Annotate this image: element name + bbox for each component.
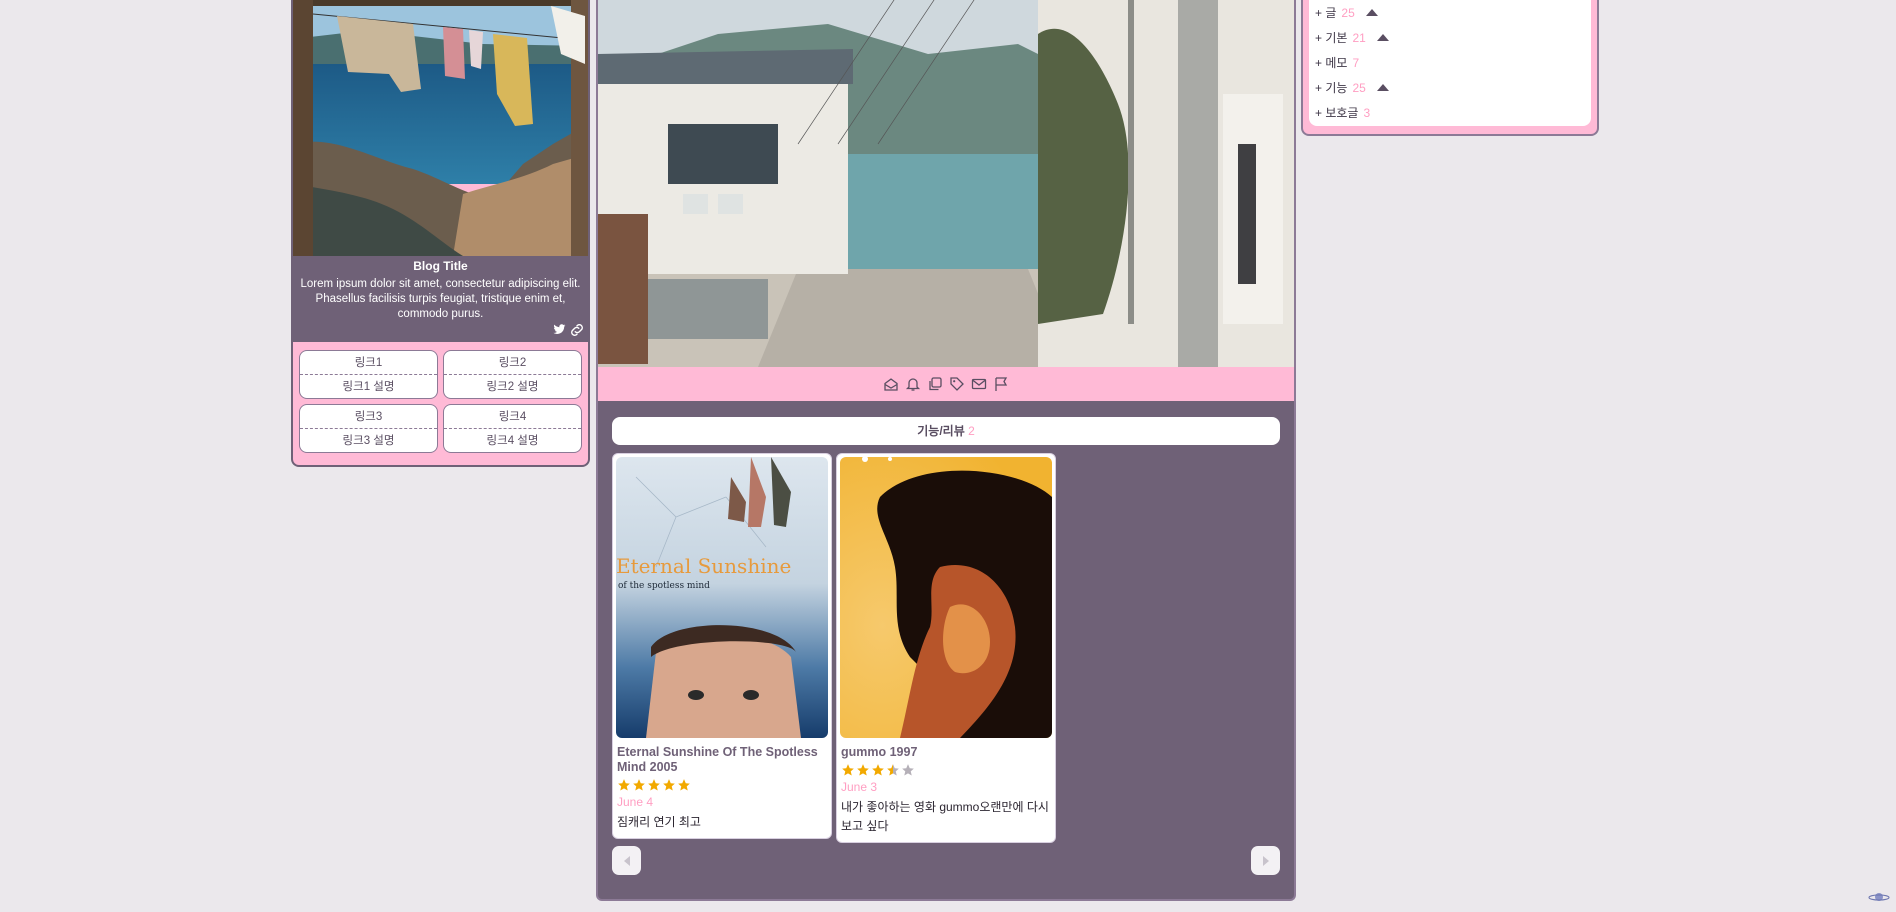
star-icon [663,779,675,791]
category-label: + 메모 [1315,55,1348,70]
profile-photo [293,0,588,256]
review-card[interactable]: gummo 1997 June 3 내가 좋아하는 영화 gummo오랜만에 다… [836,453,1056,843]
blog-title: Blog Title [413,259,468,273]
star-rating [617,778,827,792]
category-label: + 보호글 [1315,105,1359,120]
review-date: June 3 [841,780,878,794]
toolbar [598,367,1294,401]
category-count: 25 [1341,5,1355,20]
profile-panel: Blog Title Lorem ipsum dolor sit amet, c… [291,0,590,467]
social-links [553,324,584,339]
review-card[interactable]: Eternal Sunshine of the spotless mind Et… [612,453,832,839]
link-card-3[interactable]: 링크3 링크3 설명 [299,404,438,453]
collapse-arrow-icon[interactable] [1376,34,1389,41]
star-icon [633,779,645,791]
collapse-arrow-icon[interactable] [1376,84,1389,91]
link-card-2[interactable]: 링크2 링크2 설명 [443,350,582,399]
poster-title: Eternal Sunshine [616,554,791,578]
category-name: 기능/리뷰 [917,424,965,438]
link-name: 링크2 [444,351,581,375]
copy-icon[interactable] [927,376,943,392]
category-label: + 기본 [1315,30,1348,45]
category-item[interactable]: + 메모 7 [1313,50,1587,75]
category-label: + 기능 [1315,80,1348,95]
link-name: 링크4 [444,405,581,429]
category-header[interactable]: 기능/리뷰 2 [612,417,1280,445]
category-item[interactable]: + 기본 21 [1313,25,1587,50]
star-empty-icon [902,764,914,776]
poster-subtitle: of the spotless mind [618,581,710,591]
link-name: 링크1 [300,351,437,375]
category-count: 2 [968,424,975,438]
star-icon [872,764,884,776]
category-count: 21 [1352,30,1366,45]
movie-title[interactable]: Eternal Sunshine Of The Spotless Mind 20… [617,745,827,775]
link-icon[interactable] [570,324,584,339]
planet-logo-icon [1868,890,1890,904]
twitter-icon[interactable] [553,324,566,339]
category-count: 7 [1352,55,1360,70]
category-count: 3 [1363,105,1371,120]
link-description: 링크3 설명 [342,435,395,447]
flag-icon[interactable] [993,376,1009,392]
prev-page-button[interactable] [612,846,641,875]
category-list: + 글 25 + 기본 21 + 메모 7 + 기능 25 + 보호글 3 [1309,0,1591,126]
review-date: June 4 [617,795,654,809]
star-icon [648,779,660,791]
star-icon [842,764,854,776]
star-icon [678,779,690,791]
profile-info: Blog Title Lorem ipsum dolor sit amet, c… [293,256,588,342]
link-description: 링크2 설명 [486,381,539,393]
link-card-4[interactable]: 링크4 링크4 설명 [443,404,582,453]
main-column: 기능/리뷰 2 Eternal Sunshine of the spotless… [596,0,1296,901]
chevron-left-icon [623,855,630,866]
link-name: 링크3 [300,405,437,429]
movie-poster [840,457,1052,738]
star-icon [618,779,630,791]
movie-title[interactable]: gummo 1997 [841,745,1051,760]
bell-icon[interactable] [905,376,921,392]
blog-description: Lorem ipsum dolor sit amet, consectetur … [300,278,581,320]
review-text: 내가 좋아하는 영화 gummo오랜만에 다시 보고 싶다 [841,800,1049,833]
category-count: 25 [1352,80,1366,95]
category-item[interactable]: + 글 25 [1313,0,1587,25]
category-item[interactable]: + 기능 25 [1313,75,1587,100]
review-text: 짐캐리 연기 최고 [617,815,701,829]
header-image [598,0,1294,367]
category-item[interactable]: + 보호글 3 [1313,100,1587,125]
star-icon [857,764,869,776]
category-panel: + 글 25 + 기본 21 + 메모 7 + 기능 25 + 보호글 3 [1301,0,1599,136]
link-grid: 링크1 링크1 설명 링크2 링크2 설명 링크3 링크3 설명 링크4 링크4… [299,350,582,453]
star-rating [841,763,1051,777]
link-description: 링크4 설명 [486,435,539,447]
next-page-button[interactable] [1251,846,1280,875]
tag-icon[interactable] [949,376,965,392]
star-half-icon [887,764,899,776]
link-card-1[interactable]: 링크1 링크1 설명 [299,350,438,399]
link-description: 링크1 설명 [342,381,395,393]
collapse-arrow-icon[interactable] [1365,9,1378,16]
movie-poster: Eternal Sunshine of the spotless mind [616,457,828,738]
home-icon[interactable] [883,376,899,392]
chevron-right-icon [1262,855,1269,866]
mail-icon[interactable] [971,376,987,392]
category-label: + 글 [1315,5,1337,20]
